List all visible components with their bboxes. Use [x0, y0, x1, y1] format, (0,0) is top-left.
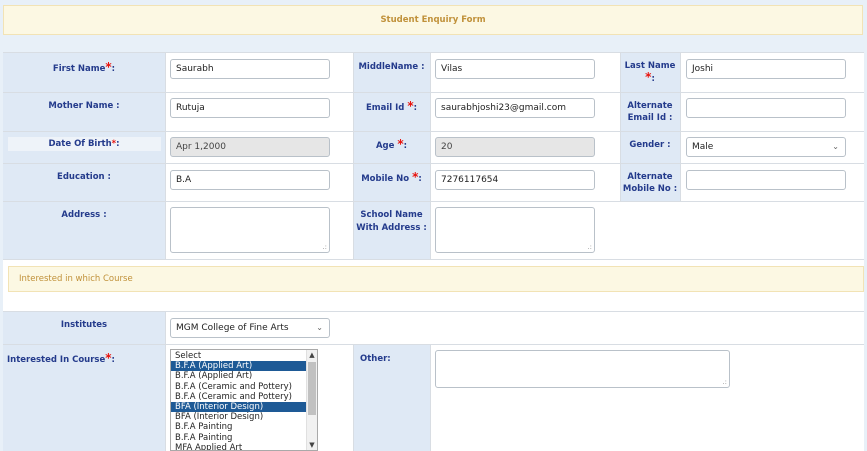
- mother-name-label: Mother Name :: [3, 92, 165, 131]
- first-name-label: First Name*:: [3, 52, 165, 92]
- scroll-down-icon[interactable]: ▼: [307, 440, 317, 450]
- last-name-label: Last Name *:: [620, 52, 680, 92]
- form-title-banner: Student Enquiry Form: [3, 5, 863, 35]
- alternate-email-label: Alternate Email Id :: [620, 92, 680, 131]
- course-option[interactable]: B.F.A (Ceramic and Pottery): [171, 382, 307, 392]
- mobile-no-input[interactable]: 7276117654: [435, 170, 595, 190]
- email-id-label: Email Id *:: [353, 92, 430, 131]
- mobile-no-label: Mobile No *:: [353, 163, 430, 201]
- course-section-header: Interested in which Course: [8, 266, 864, 292]
- course-option[interactable]: BFA (Interior Design): [171, 412, 307, 422]
- course-option[interactable]: B.F.A (Applied Art): [171, 361, 307, 372]
- address-label: Address :: [3, 201, 165, 259]
- education-label: Education :: [3, 163, 165, 201]
- middle-name-input[interactable]: Vilas: [435, 59, 595, 79]
- institute-select[interactable]: MGM College of Fine Arts ⌄: [170, 318, 330, 338]
- course-option[interactable]: MFA Applied Art: [171, 443, 307, 450]
- age-input[interactable]: 20: [435, 137, 595, 157]
- other-label: Other:: [353, 344, 430, 451]
- interested-course-label: Interested In Course*:: [3, 344, 165, 451]
- gender-select[interactable]: Male ⌄: [686, 137, 846, 157]
- resize-grip-icon[interactable]: .:: [722, 379, 727, 386]
- course-listbox[interactable]: Select B.F.A (Applied Art) B.F.A (Applied …: [170, 349, 318, 451]
- alternate-email-input[interactable]: [686, 98, 846, 118]
- age-label: Age *:: [353, 131, 430, 163]
- last-name-input[interactable]: Joshi: [686, 59, 846, 79]
- middle-name-label: MiddleName :: [353, 52, 430, 92]
- course-option[interactable]: B.F.A Painting: [171, 433, 307, 443]
- gender-value: Male: [692, 142, 714, 152]
- chevron-down-icon: ⌄: [316, 323, 323, 333]
- resize-grip-icon[interactable]: .:: [587, 244, 592, 251]
- school-textarea[interactable]: .:: [435, 207, 595, 253]
- course-section-title: Interested in which Course: [19, 274, 133, 284]
- education-input[interactable]: B.A: [170, 170, 330, 190]
- scroll-thumb[interactable]: [308, 362, 316, 415]
- school-label: School Name With Address :: [353, 201, 430, 259]
- other-textarea[interactable]: .:: [435, 350, 730, 388]
- institute-value: MGM College of Fine Arts: [176, 323, 289, 333]
- course-option[interactable]: BFA (Interior Design): [171, 401, 307, 413]
- first-name-input[interactable]: Saurabh: [170, 59, 330, 79]
- dob-label: Date Of Birth*:: [3, 131, 165, 163]
- course-option[interactable]: Select: [171, 351, 307, 361]
- chevron-down-icon: ⌄: [832, 142, 839, 152]
- gender-label: Gender :: [620, 131, 680, 163]
- institutes-label: Institutes: [3, 311, 165, 344]
- scroll-up-icon[interactable]: ▲: [307, 350, 317, 360]
- course-option[interactable]: B.F.A (Applied Art): [171, 371, 307, 381]
- listbox-scrollbar[interactable]: ▲ ▼: [306, 350, 317, 450]
- dob-input[interactable]: Apr 1,2000: [170, 137, 330, 157]
- course-option[interactable]: B.F.A Painting: [171, 422, 307, 432]
- form-title: Student Enquiry Form: [380, 15, 486, 25]
- alternate-mobile-input[interactable]: [686, 170, 846, 190]
- alternate-mobile-label: Alternate Mobile No :: [620, 163, 680, 201]
- address-textarea[interactable]: .:: [170, 207, 330, 253]
- mother-name-input[interactable]: Rutuja: [170, 98, 330, 118]
- resize-grip-icon[interactable]: .:: [322, 244, 327, 251]
- course-option[interactable]: B.F.A (Ceramic and Pottery): [171, 392, 307, 402]
- email-id-input[interactable]: saurabhjoshi23@gmail.com: [435, 98, 595, 118]
